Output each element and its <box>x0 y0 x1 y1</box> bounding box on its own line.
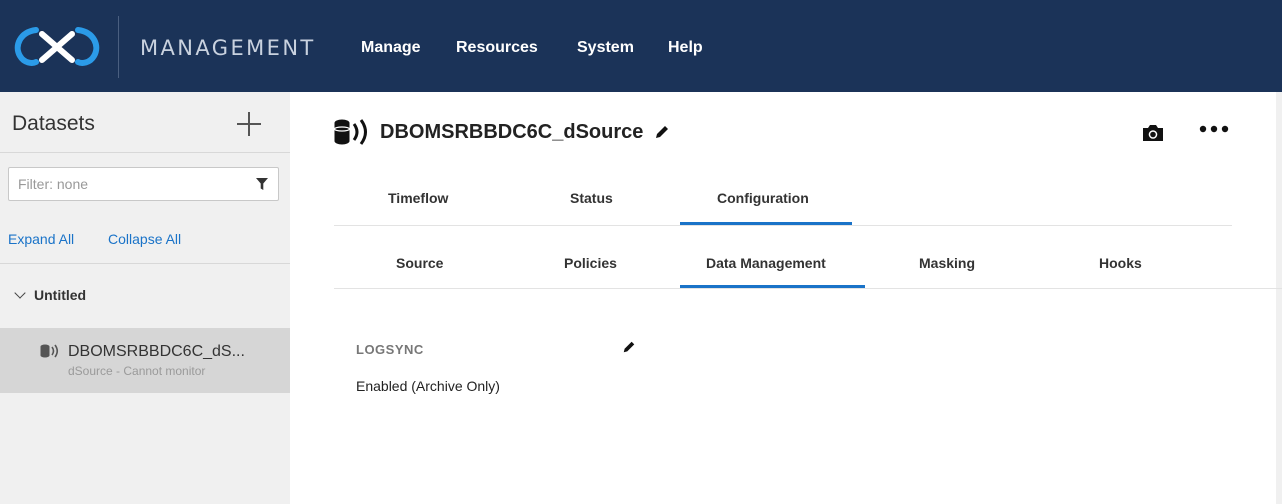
scroll-gutter <box>1276 92 1282 504</box>
active-tab-indicator <box>680 222 852 225</box>
chevron-down-icon <box>14 287 26 299</box>
top-navigation-bar: MANAGEMENT Manage Resources System Help <box>0 0 1282 92</box>
filter-field <box>8 167 279 201</box>
subtab-hooks[interactable]: Hooks <box>1099 255 1142 271</box>
funnel-icon[interactable] <box>256 178 268 190</box>
brand-name: MANAGEMENT <box>140 36 316 60</box>
tab-configuration[interactable]: Configuration <box>717 190 809 206</box>
divider <box>0 263 290 264</box>
tabs-divider <box>334 225 1232 226</box>
nav-manage[interactable]: Manage <box>361 39 421 57</box>
dataset-name: DBOMSRBBDC6C_dS... <box>68 343 245 360</box>
subtab-data-management[interactable]: Data Management <box>706 255 826 271</box>
dataset-status: dSource - Cannot monitor <box>68 364 206 378</box>
expand-all-link[interactable]: Expand All <box>8 231 74 247</box>
page-title: DBOMSRBBDC6C_dSource <box>380 121 644 143</box>
group-label: Untitled <box>34 287 87 303</box>
datasets-sidebar: Datasets Expand All Collapse All Untitle… <box>0 92 290 504</box>
plus-icon[interactable] <box>234 109 264 139</box>
collapse-all-link[interactable]: Collapse All <box>108 231 181 247</box>
tab-status[interactable]: Status <box>570 190 613 206</box>
tab-timeflow[interactable]: Timeflow <box>388 190 448 206</box>
subtab-masking[interactable]: Masking <box>919 255 975 271</box>
delphix-logo-icon[interactable] <box>14 26 100 66</box>
nav-help[interactable]: Help <box>668 39 703 57</box>
logsync-value: Enabled (Archive Only) <box>356 378 500 394</box>
subtab-source[interactable]: Source <box>396 255 443 271</box>
nav-system[interactable]: System <box>577 39 634 57</box>
filter-input[interactable] <box>9 168 229 200</box>
logo-divider <box>118 16 119 78</box>
subtabs-divider <box>334 288 1282 289</box>
nav-resources[interactable]: Resources <box>456 39 538 57</box>
group-untitled[interactable]: Untitled <box>14 287 87 303</box>
divider <box>0 152 290 153</box>
pencil-icon[interactable] <box>654 124 670 140</box>
logsync-label: LOGSYNC <box>356 342 424 357</box>
dataset-item[interactable]: DBOMSRBBDC6C_dS... dSource - Cannot moni… <box>0 328 290 393</box>
dsource-icon <box>40 344 59 358</box>
subtab-policies[interactable]: Policies <box>564 255 617 271</box>
active-subtab-indicator <box>680 285 865 288</box>
camera-icon[interactable] <box>1142 124 1164 142</box>
sidebar-title: Datasets <box>12 112 95 135</box>
pencil-icon[interactable] <box>622 340 636 354</box>
more-options-icon[interactable] <box>1199 124 1229 134</box>
dsource-icon <box>334 119 367 145</box>
